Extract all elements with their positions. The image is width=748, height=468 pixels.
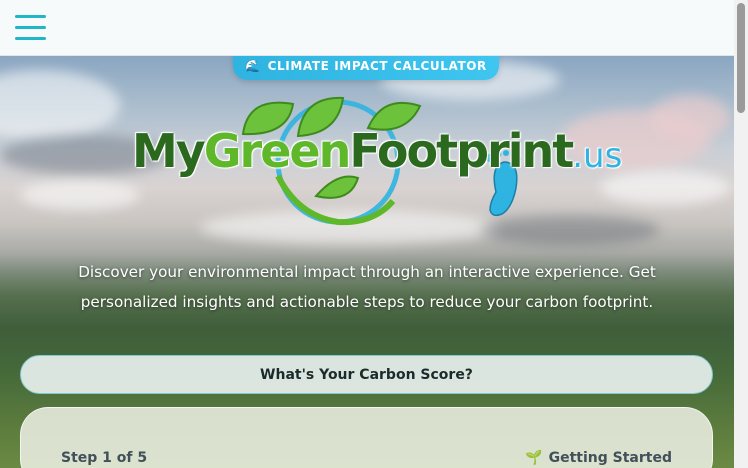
cloud [20,180,140,210]
vertical-scrollbar[interactable] [734,0,748,468]
logo-part-green: Green [203,124,352,178]
logo-part-my: My [132,124,206,178]
carbon-score-button[interactable]: What's Your Carbon Score? [20,355,713,394]
sprout-icon: 🌱 [525,450,543,466]
globe-icon: 🌊 [245,59,261,73]
badge-label: CLIMATE IMPACT CALCULATOR [267,59,487,73]
logo-part-tld: .us [572,136,623,176]
stage-label: 🌱 Getting Started [525,450,672,466]
top-navigation-bar [0,0,734,56]
step-indicator: Step 1 of 5 [61,450,148,466]
logo-wordmark: MyGreenFootprint.us [132,124,622,178]
hero-description: Discover your environmental impact throu… [78,263,656,311]
cloud [650,95,730,140]
hamburger-menu-icon[interactable] [15,15,47,41]
cloud [0,70,120,140]
quiz-card: Step 1 of 5 🌱 Getting Started [20,407,713,468]
stage-text: Getting Started [548,450,672,466]
scrollbar-thumb[interactable] [737,3,745,113]
site-logo[interactable]: MyGreenFootprint.us [128,96,622,236]
logo-part-footprint: Footprint [349,124,574,178]
climate-calculator-badge: 🌊 CLIMATE IMPACT CALCULATOR [233,52,499,80]
